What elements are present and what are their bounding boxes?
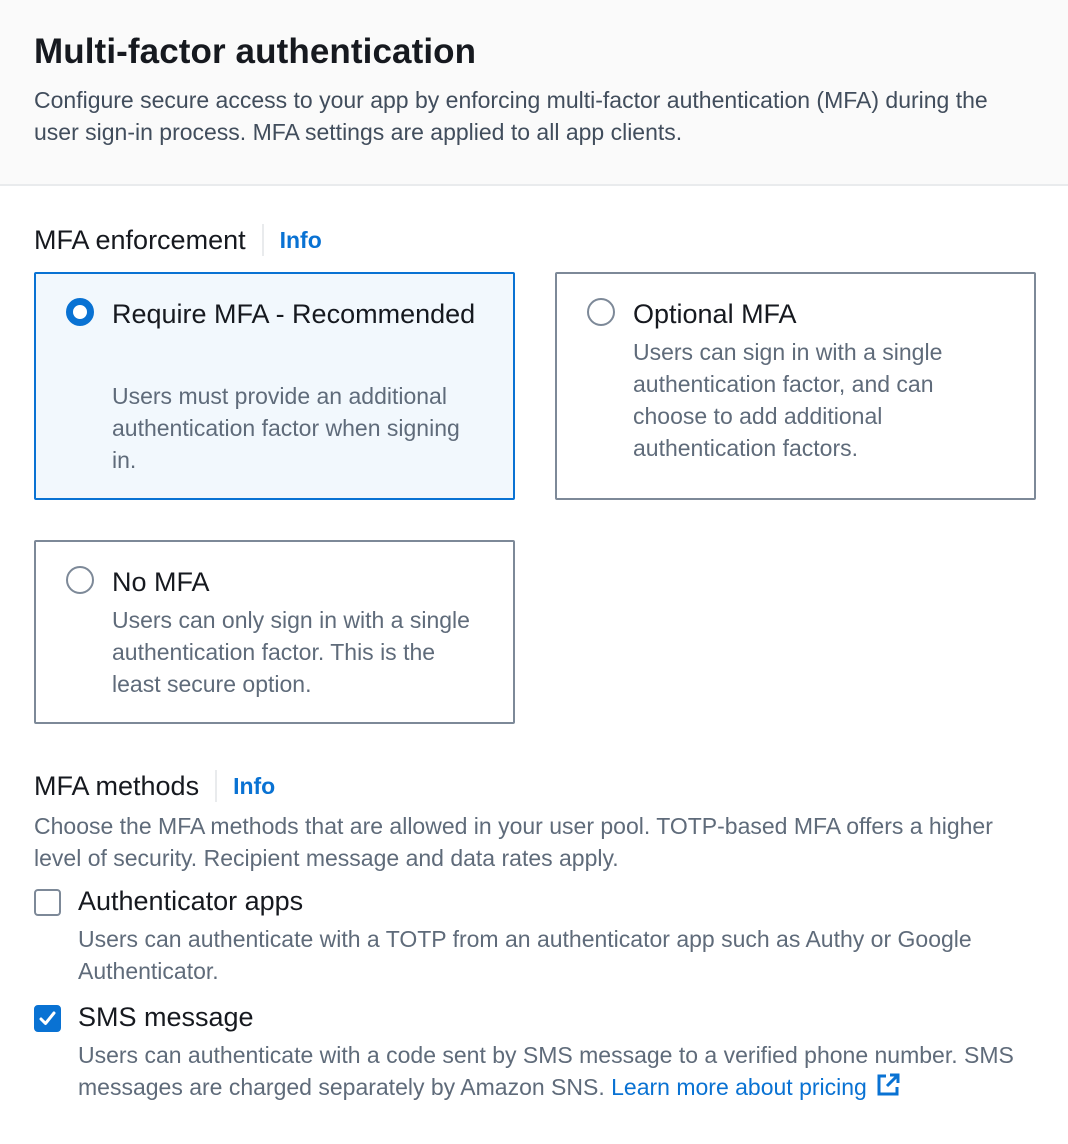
sms-message-checkbox[interactable] <box>34 1005 61 1032</box>
radio-no-mfa[interactable] <box>66 566 94 594</box>
mfa-methods-description: Choose the MFA methods that are allowed … <box>34 813 993 871</box>
page-title: Multi-factor authentication <box>34 32 477 71</box>
tile-optional-mfa-title: Optional MFA <box>633 299 797 329</box>
divider <box>261 224 264 256</box>
mfa-enforcement-header: MFA enforcement Info <box>34 224 322 256</box>
checkmark-icon <box>39 1011 56 1025</box>
mfa-methods-label: MFA methods <box>34 770 200 801</box>
authenticator-apps-label[interactable]: Authenticator apps <box>78 881 303 921</box>
mfa-enforcement-info-link[interactable]: Info <box>280 227 322 254</box>
mfa-methods-info-link[interactable]: Info <box>233 773 275 800</box>
tile-no-mfa[interactable]: No MFA Users can only sign in with a sin… <box>34 540 515 724</box>
tile-require-mfa[interactable]: Require MFA - Recommended Users must pro… <box>34 272 515 500</box>
authenticator-apps-description: Users can authenticate with a TOTP from … <box>78 926 972 984</box>
page-header: Multi-factor authentication Configure se… <box>0 0 1068 186</box>
sms-message-description-wrap: Users can authenticate with a code sent … <box>78 1039 1038 1103</box>
tile-require-mfa-description: Users must provide an additional authent… <box>112 383 460 473</box>
tile-no-mfa-title: No MFA <box>112 567 210 597</box>
divider <box>215 770 218 802</box>
authenticator-apps-checkbox[interactable] <box>34 889 61 916</box>
tile-require-mfa-title: Require MFA - Recommended <box>112 299 476 329</box>
mfa-enforcement-label: MFA enforcement <box>34 224 246 255</box>
sms-message-label[interactable]: SMS message <box>78 997 254 1037</box>
learn-more-pricing-text[interactable]: Learn more about pricing <box>611 1074 867 1100</box>
tile-no-mfa-description: Users can only sign in with a single aut… <box>112 607 470 697</box>
tile-optional-mfa[interactable]: Optional MFA Users can sign in with a si… <box>555 272 1036 500</box>
mfa-methods-header: MFA methods Info <box>34 770 275 802</box>
learn-more-pricing-link[interactable]: Learn more about pricing <box>611 1072 901 1100</box>
page-description: Configure secure access to your app by e… <box>34 87 988 145</box>
radio-require-mfa[interactable] <box>66 298 94 326</box>
radio-optional-mfa[interactable] <box>587 298 615 326</box>
tile-optional-mfa-description: Users can sign in with a single authenti… <box>633 339 943 461</box>
external-link-icon[interactable] <box>875 1072 901 1098</box>
